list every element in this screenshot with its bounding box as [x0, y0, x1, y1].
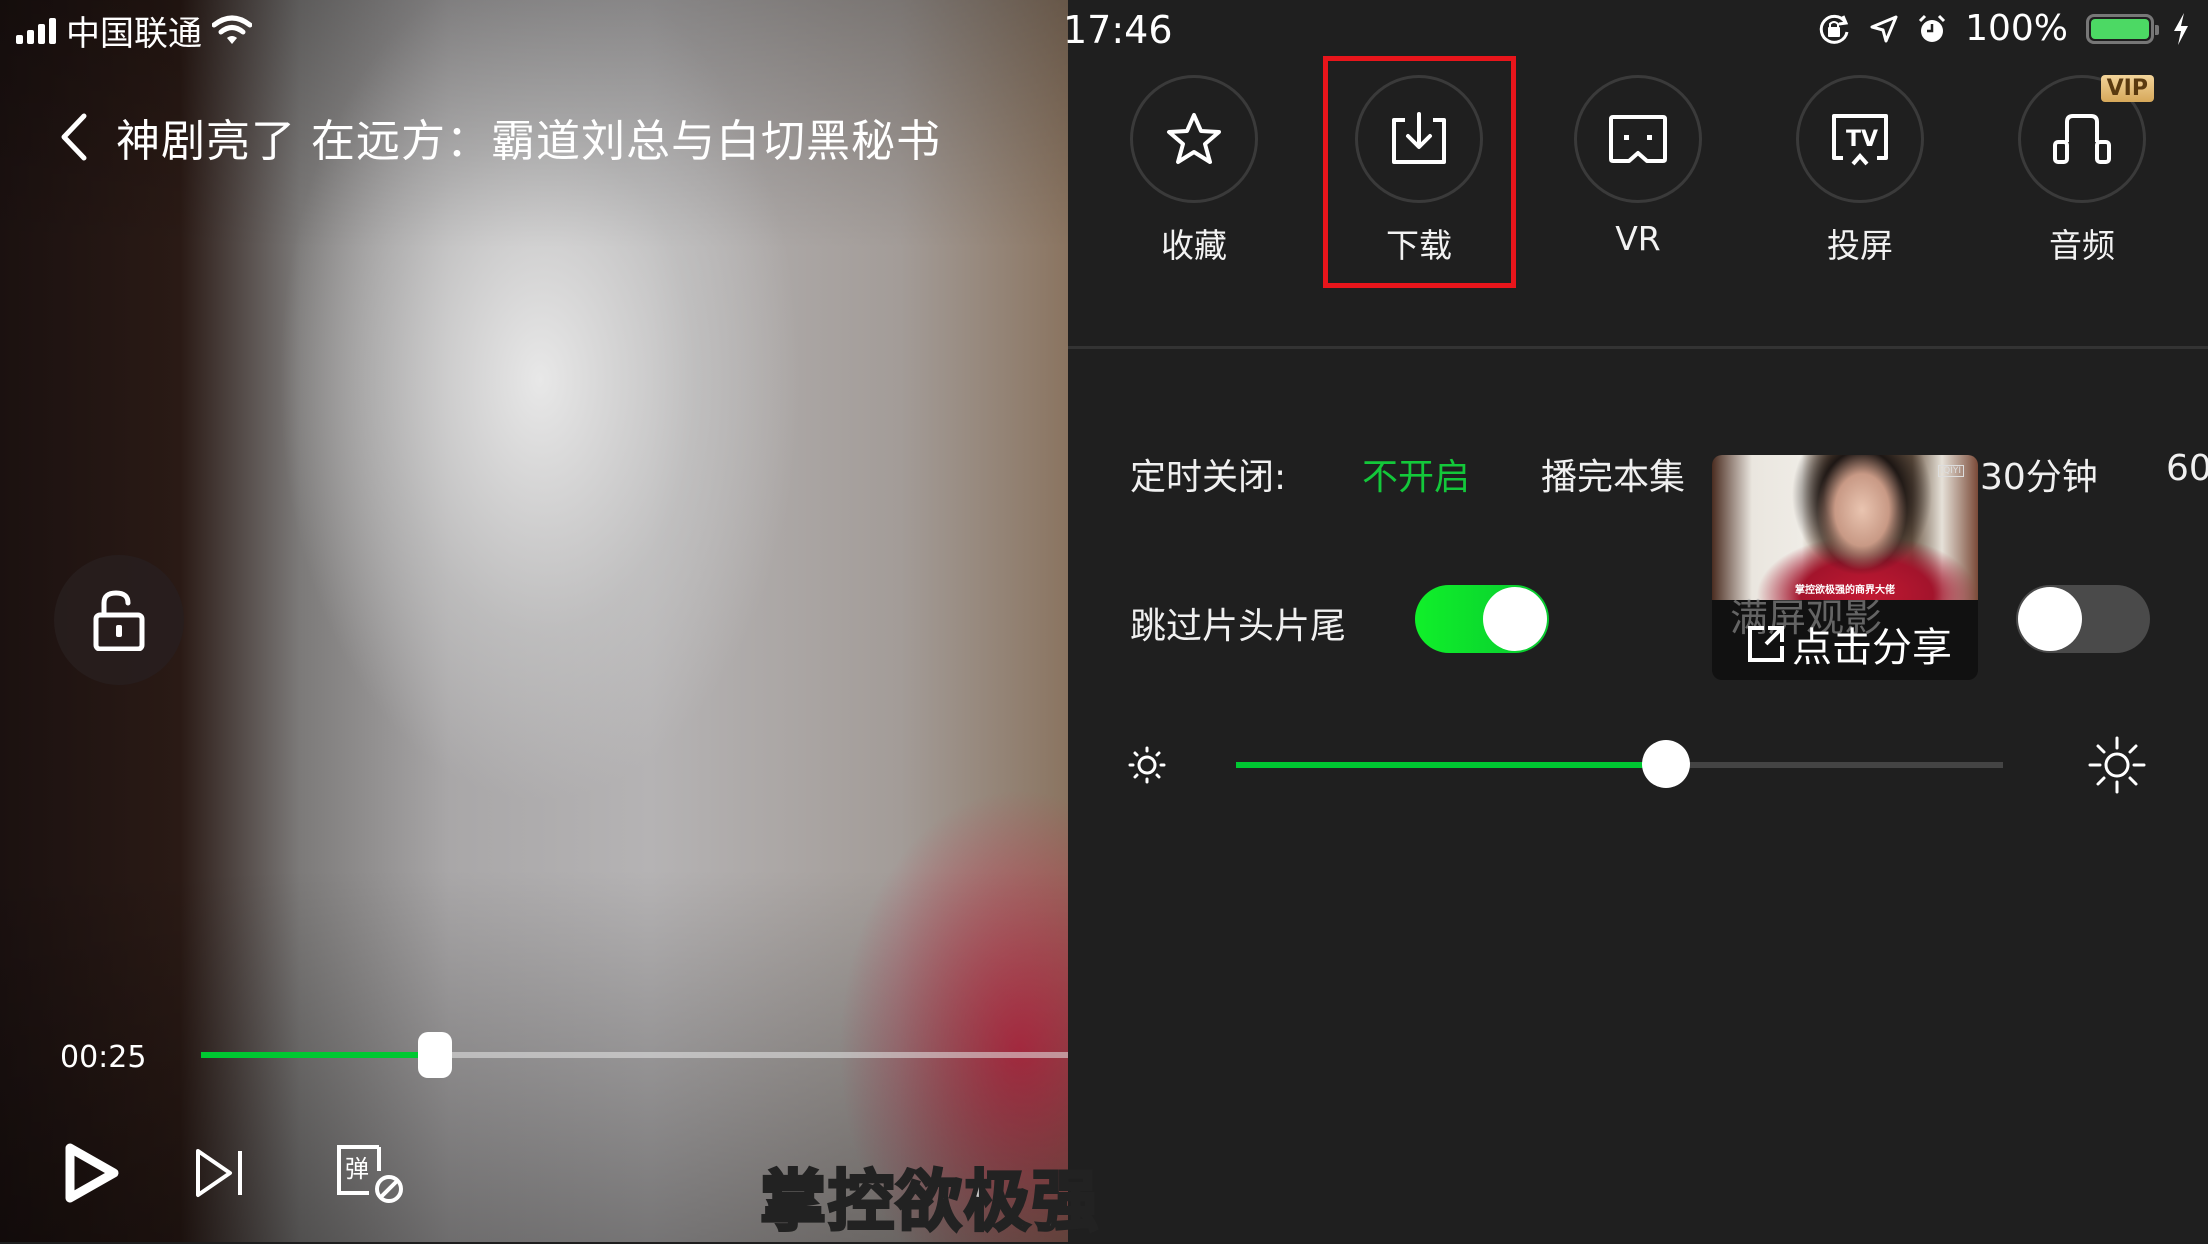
share-action[interactable]: 点击分享: [1746, 615, 1952, 673]
player-header: 神剧亮了 在远方：霸道刘总与白切黑秘书: [56, 105, 941, 169]
charging-icon: [2174, 12, 2188, 45]
timer-option-off[interactable]: 不开启: [1362, 448, 1470, 500]
video-progress-bar[interactable]: [201, 1032, 1068, 1078]
toggle-thumb: [1483, 587, 1547, 651]
battery-icon: [2086, 13, 2159, 44]
video-progress-fill: [201, 1052, 436, 1058]
brightness-fill: [1236, 762, 1666, 768]
skip-intro-label: 跳过片头片尾: [1130, 606, 1347, 647]
danmaku-toggle-button[interactable]: 弹: [330, 1138, 410, 1208]
favorite-button[interactable]: 收藏: [1124, 75, 1264, 267]
unlock-icon: [93, 590, 145, 651]
timer-option-end-episode[interactable]: 播完本集: [1541, 448, 1685, 500]
tv-cast-icon: TV: [1832, 114, 1888, 166]
timer-option-60min[interactable]: 60: [2166, 448, 2208, 489]
back-icon[interactable]: [56, 112, 92, 162]
video-progress-handle[interactable]: [418, 1032, 453, 1078]
status-bar-right: 100%: [1817, 8, 2190, 49]
status-time: 17:46: [1063, 8, 1173, 52]
play-button[interactable]: [56, 1138, 126, 1208]
screenshot-share-card[interactable]: iQIYI 掌控欲极强的商界大佬 满屏观影 点击分享: [1712, 455, 1978, 680]
video-title: 神剧亮了 在远方：霸道刘总与白切黑秘书: [116, 116, 941, 167]
carrier-name: 中国联通: [66, 13, 202, 54]
iqiyi-logo: iQIYI: [1937, 465, 1964, 477]
video-subtitle: 掌控欲极强: [759, 1162, 1100, 1242]
star-icon: [1167, 113, 1221, 164]
location-icon: [1870, 15, 1898, 42]
vr-headset-icon: [1609, 115, 1667, 163]
download-highlight-box: [1323, 56, 1516, 288]
timer-label: 定时关闭:: [1130, 457, 1287, 498]
danmaku-off-icon: 弹: [337, 1145, 403, 1203]
rotation-lock-icon: [1819, 14, 1849, 44]
brightness-slider[interactable]: [1236, 740, 2003, 788]
screen-lock-button[interactable]: [54, 555, 184, 685]
battery-percent: 100%: [1965, 8, 2068, 49]
status-bar-left: 中国联通: [16, 10, 252, 54]
svg-text:弹: 弹: [345, 1155, 369, 1183]
share-icon: [1748, 626, 1784, 662]
favorite-label: 收藏: [1161, 226, 1227, 265]
vr-button[interactable]: VR: [1568, 75, 1708, 258]
toggle-thumb: [2018, 587, 2082, 651]
brightness-high-icon: [2088, 736, 2146, 794]
cast-button[interactable]: TV 投屏: [1790, 75, 1930, 267]
current-time: 00:25: [60, 1040, 147, 1075]
signal-icon: [16, 16, 56, 44]
wifi-icon: [212, 15, 252, 44]
brightness-low-icon: [1128, 746, 1166, 784]
panel-divider: [1068, 346, 2208, 349]
skip-intro-toggle[interactable]: [1415, 585, 1549, 653]
cast-circle: TV: [1796, 75, 1924, 203]
vip-badge: VIP: [2100, 75, 2154, 102]
vr-label: VR: [1615, 219, 1661, 258]
svg-text:TV: TV: [1846, 127, 1878, 152]
headphones-icon: [2053, 114, 2111, 164]
alarm-icon: [1919, 14, 1946, 42]
audio-button[interactable]: VIP 音频: [2012, 75, 2154, 267]
share-label: 点击分享: [1792, 625, 1952, 671]
play-icon: [65, 1143, 119, 1203]
brightness-handle[interactable]: [1641, 740, 1690, 788]
audio-label: 音频: [2049, 226, 2115, 265]
second-setting-toggle[interactable]: [2016, 585, 2150, 653]
cast-label: 投屏: [1827, 226, 1893, 265]
timer-option-30min[interactable]: 30分钟: [1980, 448, 2098, 500]
favorite-circle: [1130, 75, 1258, 203]
next-episode-icon: [196, 1149, 242, 1197]
screenshot-thumbnail: iQIYI 掌控欲极强的商界大佬: [1712, 455, 1978, 600]
next-episode-button[interactable]: [188, 1138, 252, 1208]
vr-circle: [1574, 75, 1702, 203]
